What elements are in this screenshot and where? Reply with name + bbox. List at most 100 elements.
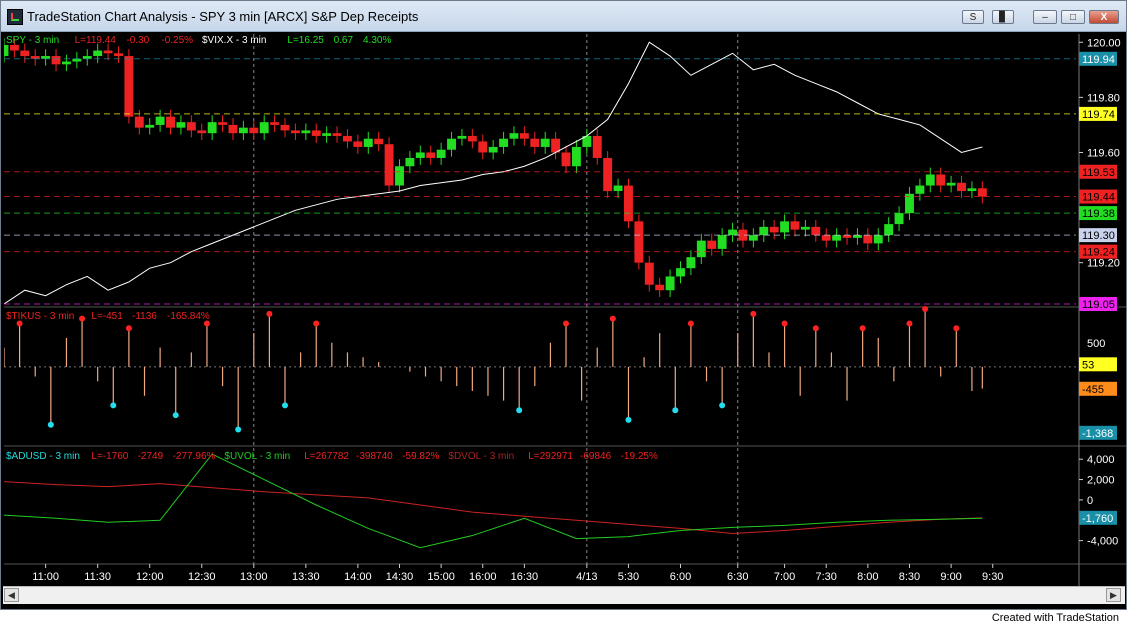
time-tick-label: 9:30 [982, 571, 1003, 583]
price-candle [894, 213, 904, 225]
price-candle [634, 221, 644, 263]
breadth-legend-item: -398740 [356, 451, 393, 462]
price-candle [4, 45, 9, 57]
breadth-legend-item: L=267782 [304, 451, 349, 462]
tick-extreme-dot [750, 310, 757, 317]
scroll-right-arrow-icon[interactable]: ▶ [1106, 588, 1121, 602]
close-button[interactable]: X [1089, 10, 1119, 24]
price-candle [20, 50, 30, 57]
tick-extreme-dot [282, 402, 289, 409]
symbol-link-button[interactable]: S [962, 10, 984, 24]
tick-extreme-dot [859, 325, 866, 332]
price-candle [363, 138, 373, 147]
price-candle [207, 122, 217, 134]
breadth-tag-label: -1,760 [1082, 513, 1113, 525]
tick-extreme-dot [110, 402, 117, 409]
price-candle [592, 135, 602, 158]
price-candle [811, 226, 821, 236]
price-candle [977, 188, 987, 197]
breadth-series-line [4, 481, 983, 535]
tradestation-app-icon [7, 9, 23, 25]
price-candle [290, 130, 300, 134]
footer-credit: Created with TradeStation [991, 612, 1119, 624]
price-candle [519, 133, 529, 139]
tick-extreme-dot [812, 325, 819, 332]
tick-extreme-dot [922, 306, 929, 312]
price-candle [218, 122, 228, 125]
price-candle [967, 188, 977, 192]
price-candle [343, 135, 352, 142]
chart-canvas[interactable]: 119.20 119.60 119.80 120.00 119.94 119.74 119.… [4, 34, 1126, 586]
price-candle [936, 174, 946, 186]
time-tick-label: 12:30 [188, 571, 216, 583]
tick-legend-item: L=-451 [91, 311, 123, 322]
breadth-legend-item: L=-1760 [91, 451, 128, 462]
price-candle [863, 235, 873, 244]
price-candle [93, 50, 103, 57]
tick-extreme-dot [906, 320, 913, 327]
tick-extreme-dot [172, 412, 179, 419]
horizontal-scrollbar[interactable]: ◀ ▶ [3, 586, 1125, 604]
price-tag-label: 119.74 [1082, 109, 1115, 121]
tick-tag-label: -455 [1082, 384, 1104, 396]
price-candle [478, 141, 488, 153]
chart-window: TradeStation Chart Analysis - SPY 3 min … [0, 0, 1127, 610]
time-tick-label: 14:00 [344, 571, 372, 583]
price-candle [748, 235, 758, 241]
time-tick-label: 7:00 [774, 571, 795, 583]
vix-series-line [4, 41, 983, 305]
price-candle [780, 221, 790, 233]
time-tick-label: 16:30 [511, 571, 539, 583]
grid-menu-button[interactable]: ▊ [992, 10, 1014, 24]
price-tag-label: 119.94 [1082, 54, 1115, 66]
price-legend-item: L=119.44 [75, 35, 117, 46]
time-tick-label: 8:00 [857, 571, 878, 583]
price-candle [800, 226, 810, 230]
price-candle [925, 174, 935, 186]
price-candle [353, 141, 363, 147]
breadth-axis-label: 2,000 [1087, 475, 1115, 487]
minimize-button[interactable]: – [1033, 10, 1057, 24]
price-candle [270, 122, 280, 125]
price-candle [957, 182, 966, 192]
breadth-series-line [4, 453, 983, 549]
time-tick-label: 5:30 [618, 571, 639, 583]
scroll-left-arrow-icon[interactable]: ◀ [4, 588, 19, 602]
breadth-legend-item: $DVOL - 3 min [448, 451, 514, 462]
price-legend-item: -0.30 [126, 35, 149, 46]
time-tick-label: 6:30 [727, 571, 748, 583]
time-tick-label: 16:00 [469, 571, 497, 583]
maximize-button[interactable]: □ [1061, 10, 1085, 24]
breadth-legend-item: -59.82% [402, 451, 439, 462]
tick-extreme-dot [719, 402, 726, 409]
price-tick-label: 119.60 [1087, 147, 1120, 159]
price-candle [530, 138, 540, 147]
price-candle [61, 61, 71, 65]
price-candle [447, 138, 456, 150]
price-candle [665, 276, 675, 291]
chart-plot-area[interactable]: 119.20 119.60 119.80 120.00 119.94 119.74 119.… [4, 34, 1126, 586]
tick-extreme-dot [47, 421, 54, 428]
tick-extreme-dot [781, 320, 788, 327]
price-candle [238, 127, 248, 134]
time-tick-label: 6:00 [670, 571, 691, 583]
price-candle [155, 116, 165, 125]
price-candle [676, 268, 685, 277]
price-candle [790, 221, 800, 230]
title-bar[interactable]: TradeStation Chart Analysis - SPY 3 min … [1, 1, 1126, 32]
breadth-axis-label: 4,000 [1087, 454, 1115, 466]
tick-legend-item: -165.84% [167, 311, 210, 322]
price-candle [249, 127, 259, 134]
tick-tag-label: -1,368 [1082, 428, 1113, 440]
price-candle [488, 146, 498, 153]
price-legend-item: -0.25% [161, 35, 193, 46]
price-candle [197, 130, 207, 134]
price-candle [322, 133, 332, 136]
price-candle [311, 130, 321, 136]
price-candle [332, 133, 342, 136]
price-candle [467, 135, 477, 142]
price-candle [415, 152, 425, 158]
time-tick-label: 15:00 [427, 571, 455, 583]
price-legend-item: SPY - 3 min [6, 35, 59, 46]
tick-tag-label: 53 [1082, 359, 1094, 371]
